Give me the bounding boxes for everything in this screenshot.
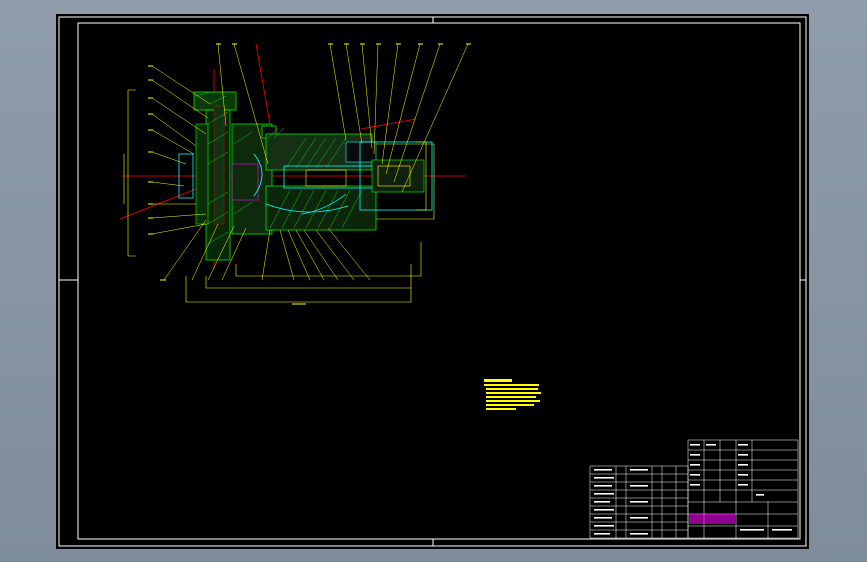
centering-marks (59, 17, 806, 546)
cad-canvas[interactable] (56, 14, 809, 549)
technical-notes (484, 379, 541, 410)
drawing-sheet (56, 14, 809, 549)
parts-list-text (594, 469, 648, 535)
title-block-highlight (689, 514, 735, 524)
section-view[interactable] (119, 43, 471, 305)
outer-frame (58, 16, 807, 547)
shaft-housing (265, 133, 377, 231)
